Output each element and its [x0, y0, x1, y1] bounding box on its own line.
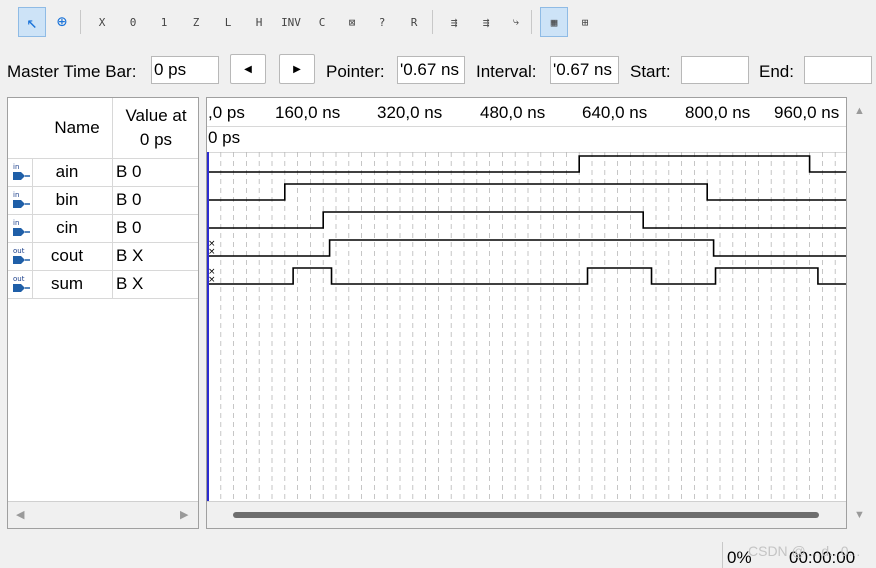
clock-icon[interactable]: ⊠ [338, 7, 366, 37]
waveform-toolbar: ↖ ⊕ X 0 1 Z L H INV C ⊠? R ⇶ ⇶ ⤷ ▦ ⊞ [0, 0, 876, 44]
signal-list-pane: Name Value at 0 ps in ain B 0 in bin B 0 in cin… [7, 97, 199, 529]
waveform-cin[interactable] [208, 211, 847, 229]
unknown-value-marker: × [208, 267, 216, 277]
signal-row[interactable]: in ain B 0 [8, 158, 198, 186]
signal-value: B X [116, 274, 144, 293]
start-field[interactable] [681, 56, 749, 84]
scroll-right-icon[interactable]: ▶ [180, 508, 188, 521]
ruler-tick-label: 160,0 ns [275, 103, 341, 122]
value-header-line1: Value at [125, 106, 187, 125]
ruler-tick-label: ,0 ps [208, 103, 245, 122]
count-value-icon[interactable]: C [308, 7, 336, 37]
zoom-tool-icon[interactable]: ⊕ [48, 7, 76, 37]
waveform-cout[interactable] [208, 239, 847, 257]
svg-text:out: out [13, 247, 25, 255]
previous-transition-button[interactable]: ◀ [230, 54, 266, 84]
watermark-text: CSDN @ ...d...0... [748, 543, 861, 559]
output-pin-icon: out [13, 275, 30, 292]
waveform-horizontal-scrollbar[interactable] [207, 501, 846, 528]
status-bar: 0% 00:00:00 CSDN @ ...d...0... [0, 540, 876, 568]
signal-name: cin [56, 218, 78, 237]
master-time-bar-label: Master Time Bar: [7, 62, 137, 81]
signal-value: B 0 [116, 218, 142, 237]
svg-text:out: out [13, 275, 25, 283]
left-horizontal-scrollbar[interactable]: ◀ ▶ [8, 501, 198, 528]
waveform-bin[interactable] [208, 183, 847, 201]
svg-text:in: in [13, 219, 19, 227]
value-header-line2: 0 ps [139, 130, 173, 149]
interval-label: Interval: [476, 62, 537, 81]
end-field[interactable] [804, 56, 872, 84]
time-ruler[interactable]: ,0 ps 160,0 ns 320,0 ns 480,0 ns 640,0 ns 800… [207, 98, 846, 127]
invert-icon[interactable]: INV [277, 7, 305, 37]
signal-name: cout [50, 246, 84, 265]
waveform-ain[interactable] [208, 155, 847, 173]
scroll-down-icon[interactable]: ▼ [854, 509, 865, 521]
weak-high-icon[interactable]: H [245, 7, 273, 37]
selection-tool-icon[interactable]: ↖ [18, 7, 46, 37]
signal-value: B 0 [116, 162, 142, 181]
name-column-header[interactable]: Name [34, 98, 120, 158]
svg-text:in: in [13, 191, 19, 199]
arrow-left-icon: ◀ [244, 63, 252, 75]
signal-value: B X [116, 246, 144, 265]
svg-text:in: in [13, 163, 19, 171]
signal-row[interactable]: out cout B X [8, 242, 198, 270]
scroll-up-icon[interactable]: ▲ [854, 105, 865, 117]
row-divider [8, 298, 198, 299]
input-pin-icon: in [13, 163, 30, 180]
value-column-header[interactable]: Value at 0 ps [114, 104, 198, 158]
start-label: Start: [630, 62, 671, 81]
signal-name: sum [50, 274, 84, 293]
unknown-value-marker: × [208, 239, 216, 249]
ruler-tick-label: 800,0 ns [685, 103, 751, 122]
interval-field[interactable]: '0.67 ns [550, 56, 619, 84]
signal-row[interactable]: out sum B X [8, 270, 198, 298]
toolbar-separator [80, 10, 81, 34]
forcing-high-icon[interactable]: 1 [150, 7, 178, 37]
vertical-scrollbar[interactable]: ▲ ▼ [849, 97, 870, 529]
waveform-pane[interactable]: ,0 ps 160,0 ns 320,0 ns 480,0 ns 640,0 ns 800… [206, 97, 847, 529]
next-transition-button[interactable]: ▶ [279, 54, 315, 84]
pointer-field[interactable]: '0.67 ns [397, 56, 465, 84]
waveform-sum[interactable] [208, 267, 847, 285]
uninitialized-value-icon[interactable]: X [88, 7, 116, 37]
input-pin-icon: in [13, 191, 30, 208]
signal-value: B 0 [116, 190, 142, 209]
grid-icon[interactable]: ⊞ [571, 7, 599, 37]
ruler-tick-label: 320,0 ns [377, 103, 443, 122]
toolbar-separator [432, 10, 433, 34]
end-label: End: [759, 62, 794, 81]
ruler-tick-label: 480,0 ns [480, 103, 546, 122]
master-time-bar-field[interactable]: 0 ps [151, 56, 219, 84]
signal-row[interactable]: in bin B 0 [8, 186, 198, 214]
run-functional-simulation-icon[interactable]: ⇶ [440, 7, 468, 37]
generate-netlist-icon[interactable]: ⤷ [502, 7, 530, 37]
output-pin-icon: out [13, 247, 30, 264]
time-bar-row: Master Time Bar: 0 ps ◀ ▶ Pointer: '0.67… [0, 48, 876, 92]
input-pin-icon: in [13, 219, 30, 236]
waveform-canvas[interactable]: ×××× [207, 152, 847, 502]
snap-to-grid-icon[interactable]: ▦ [540, 7, 568, 37]
cursor-row: 0 ps [207, 126, 846, 153]
forcing-low-icon[interactable]: 0 [119, 7, 147, 37]
scrollbar-thumb[interactable] [233, 512, 819, 518]
signal-row[interactable]: in cin B 0 [8, 214, 198, 242]
status-separator [722, 542, 723, 568]
ruler-tick-label: 960,0 ns [774, 103, 840, 122]
random-value-icon[interactable]: R [400, 7, 428, 37]
signal-name: bin [55, 190, 79, 209]
signal-name: ain [55, 162, 79, 181]
arbitrary-value-icon[interactable]: ? [368, 7, 396, 37]
pointer-label: Pointer: [326, 62, 385, 81]
arrow-right-icon: ▶ [293, 63, 301, 75]
high-impedance-icon[interactable]: Z [182, 7, 210, 37]
toolbar-separator [531, 10, 532, 34]
run-timing-simulation-icon[interactable]: ⇶ [472, 7, 500, 37]
master-cursor-label: 0 ps [208, 128, 241, 147]
scroll-left-icon[interactable]: ◀ [16, 508, 24, 521]
ruler-tick-label: 640,0 ns [582, 103, 648, 122]
weak-low-icon[interactable]: L [214, 7, 242, 37]
